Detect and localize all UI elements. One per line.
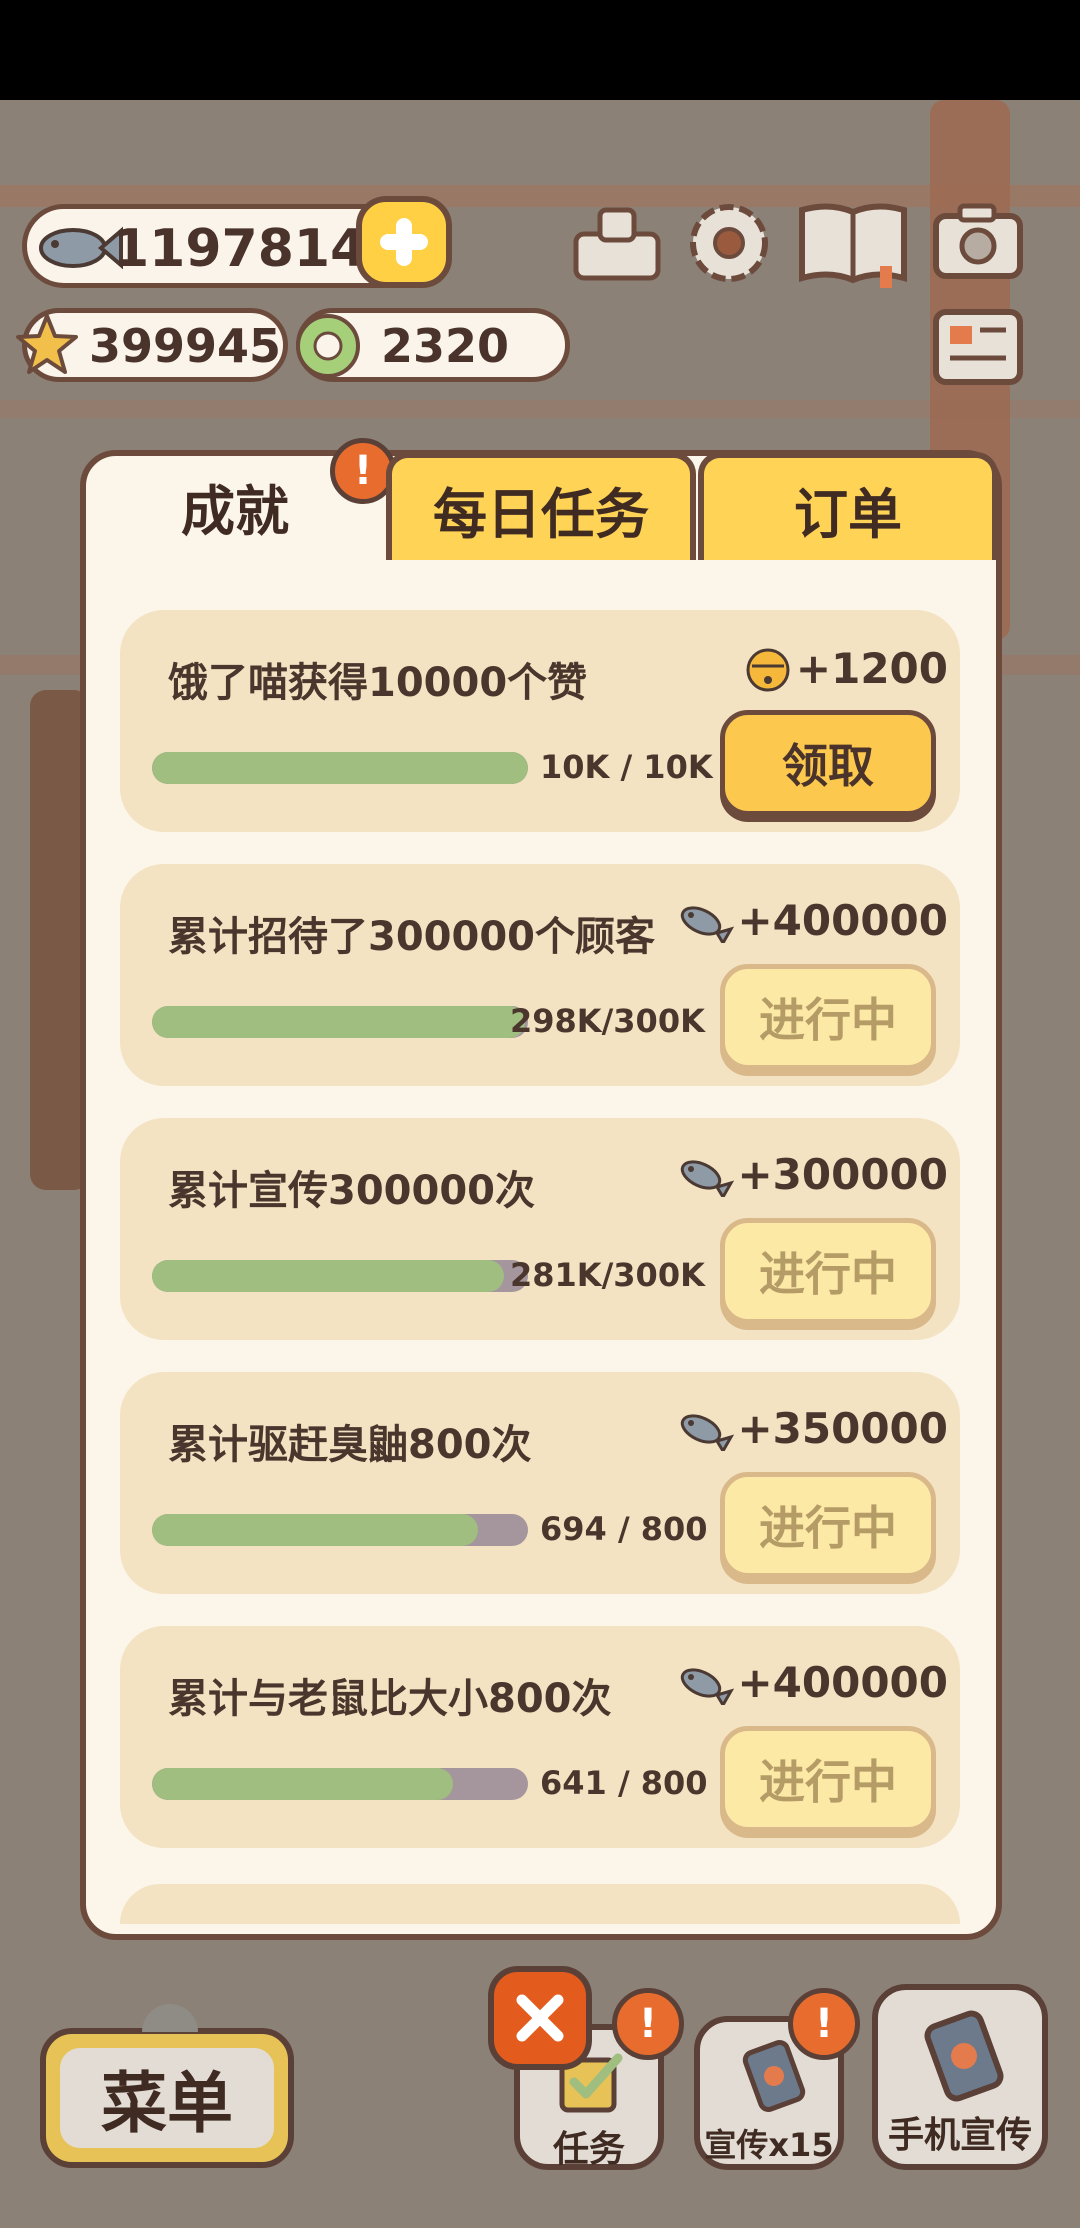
fish-icon xyxy=(677,1407,735,1451)
phone-promote-label: 手机宣传 xyxy=(887,2115,1032,2156)
camera-icon xyxy=(933,203,1023,279)
bell-icon xyxy=(742,642,794,694)
fish-icon xyxy=(677,899,735,943)
reward-amount: +350000 xyxy=(737,1404,948,1453)
status-bar xyxy=(0,0,1080,100)
in-progress-button[interactable]: 进行中 xyxy=(720,1472,936,1578)
book-icon xyxy=(799,203,907,288)
tasks-alert-badge: ! xyxy=(612,1988,684,2060)
next-card-peek xyxy=(120,1884,960,1924)
progress-fill xyxy=(152,752,528,784)
tab-orders-label: 订单 xyxy=(794,482,902,546)
progress-fill xyxy=(152,1260,505,1292)
reward-amount: +400000 xyxy=(737,896,948,945)
phone-icon xyxy=(924,2010,1004,2102)
fish-icon xyxy=(681,905,735,943)
achievement-title: 累计宣传300000次 xyxy=(168,1168,535,1214)
close-icon xyxy=(516,1994,564,2042)
achievement-reward: +400000 xyxy=(677,896,948,945)
achievement-title: 饿了喵获得10000个赞 xyxy=(168,660,588,706)
close-button[interactable] xyxy=(488,1966,592,2070)
star-amount: 399945 xyxy=(89,319,282,373)
ranking-button[interactable] xyxy=(570,200,664,284)
tab-daily-tasks-label: 每日任务 xyxy=(433,482,649,546)
menu-label: 菜单 xyxy=(60,2048,274,2148)
fish-icon xyxy=(677,1153,735,1197)
progress-bar xyxy=(152,1514,528,1546)
catalog-button[interactable] xyxy=(796,196,910,292)
tasks-label: 任务 xyxy=(552,2129,625,2170)
achievement-card: 累计驱赶臭鼬800次 +350000 694 / 800 进行中 xyxy=(120,1372,960,1594)
claim-button[interactable]: 领取 xyxy=(720,710,936,816)
in-progress-button[interactable]: 进行中 xyxy=(720,964,936,1070)
newspaper-icon xyxy=(933,309,1023,385)
achievement-card: 累计招待了300000个顾客 +400000 298K/300K 进行中 xyxy=(120,864,960,1086)
button-label: 进行中 xyxy=(759,1755,897,1809)
coin-icon xyxy=(296,314,360,378)
achievement-reward: +400000 xyxy=(677,1658,948,1707)
coin-amount: 2320 xyxy=(381,319,510,373)
progress-fill xyxy=(152,1006,526,1038)
reward-amount: +1200 xyxy=(795,643,948,693)
button-label: 进行中 xyxy=(759,1501,897,1555)
phone-promote-button[interactable]: 手机宣传 xyxy=(872,1984,1048,2170)
in-progress-button[interactable]: 进行中 xyxy=(720,1218,936,1324)
achievement-title: 累计与老鼠比大小800次 xyxy=(168,1676,612,1722)
promote-alert-badge: ! xyxy=(788,1988,860,2060)
news-button[interactable] xyxy=(930,306,1026,388)
tab-orders[interactable]: 订单 xyxy=(698,452,998,560)
achievement-reward: +1200 xyxy=(742,642,948,694)
camera-button[interactable] xyxy=(930,198,1026,284)
progress-bar xyxy=(152,752,528,784)
tab-achievements-label: 成就 xyxy=(181,479,289,543)
tab-daily-tasks[interactable]: 每日任务 xyxy=(386,452,696,560)
reward-amount: +400000 xyxy=(737,1658,948,1707)
achievement-card: 累计宣传300000次 +300000 281K/300K 进行中 xyxy=(120,1118,960,1340)
progress-fill xyxy=(152,1514,479,1546)
settings-button[interactable] xyxy=(682,196,776,290)
progress-bar xyxy=(152,1006,528,1038)
fish-icon xyxy=(39,226,123,270)
achievement-card: 饿了喵获得10000个赞 +1200 10K / 10K 领取 xyxy=(120,610,960,832)
button-label: 进行中 xyxy=(759,993,897,1047)
fish-icon xyxy=(681,1159,735,1197)
menu-button[interactable]: 菜单 xyxy=(40,2028,294,2168)
tab-achievements[interactable]: 成就 xyxy=(110,452,360,560)
achievement-reward: +350000 xyxy=(677,1404,948,1453)
plus-icon xyxy=(380,218,428,266)
achievement-title: 累计驱赶臭鼬800次 xyxy=(168,1422,532,1468)
fish-icon xyxy=(681,1667,735,1705)
progress-fill xyxy=(152,1768,454,1800)
fish-icon xyxy=(681,1413,735,1451)
podium-icon xyxy=(573,207,661,281)
star-icon xyxy=(16,314,78,374)
gear-icon xyxy=(690,204,768,282)
achievement-title: 累计招待了300000个顾客 xyxy=(168,914,655,960)
add-fish-button[interactable] xyxy=(356,196,452,288)
achievement-reward: +300000 xyxy=(677,1150,948,1199)
fish-icon xyxy=(677,1661,735,1705)
progress-bar xyxy=(152,1260,528,1292)
button-label: 领取 xyxy=(782,739,874,793)
button-label: 进行中 xyxy=(759,1247,897,1301)
progress-bar xyxy=(152,1768,528,1800)
in-progress-button[interactable]: 进行中 xyxy=(720,1726,936,1832)
reward-amount: +300000 xyxy=(737,1150,948,1199)
promote-label: 宣传x15 xyxy=(704,2126,834,2164)
achievement-card: 累计与老鼠比大小800次 +400000 641 / 800 进行中 xyxy=(120,1626,960,1848)
bell-icon xyxy=(746,648,790,692)
